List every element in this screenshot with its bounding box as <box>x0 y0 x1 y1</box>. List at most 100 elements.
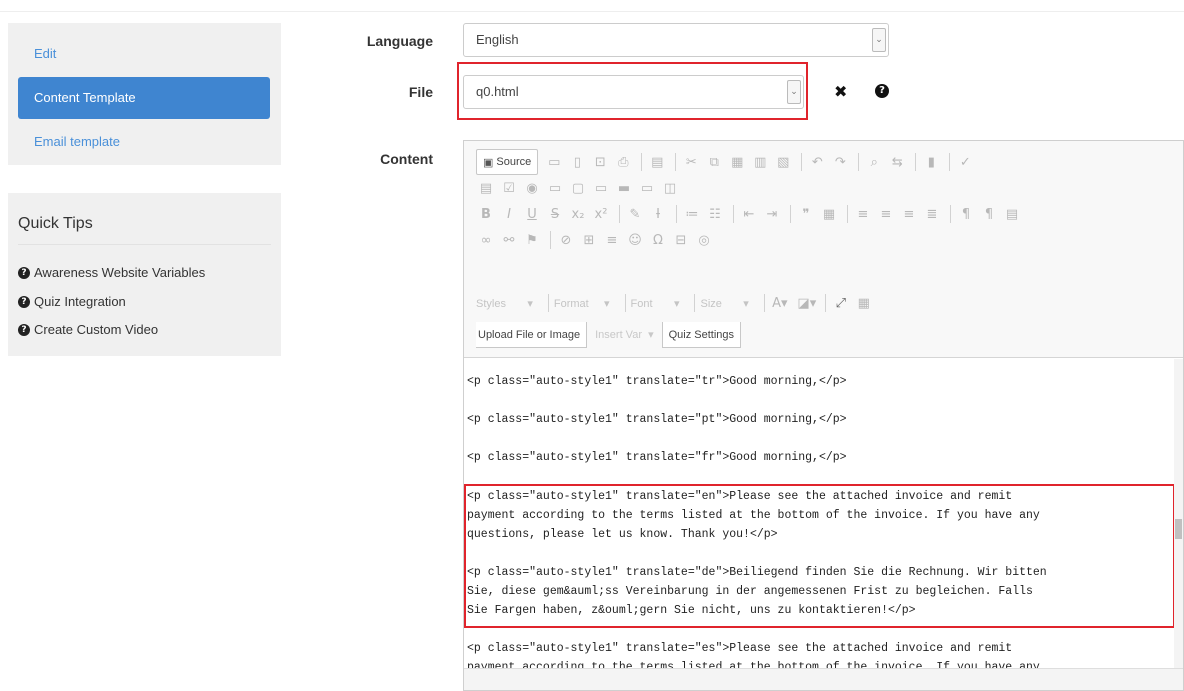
language-icon[interactable]: ▤ <box>1002 207 1022 222</box>
top-divider <box>0 11 1184 12</box>
show-blocks-icon[interactable]: ▦ <box>854 296 874 311</box>
translation-highlight-box <box>464 484 1175 628</box>
outdent-icon[interactable]: ⇤ <box>739 207 759 222</box>
smiley-icon[interactable]: ☺ <box>625 233 645 248</box>
toolbar-separator <box>694 294 696 312</box>
unlink-icon[interactable]: ⚯ <box>499 233 519 248</box>
special-char-icon[interactable]: Ω <box>648 233 668 248</box>
copy-icon[interactable]: ⧉ <box>704 155 724 170</box>
rtl-icon[interactable]: ¶ <box>979 207 999 222</box>
div-container-icon[interactable]: ▦ <box>819 207 839 222</box>
strikethrough-icon[interactable]: S <box>545 207 565 222</box>
horizontal-line-icon[interactable]: ≡ <box>602 233 622 248</box>
blockquote-icon[interactable]: ❞ <box>796 207 816 222</box>
button-field-icon[interactable]: ▬ <box>614 181 634 196</box>
insert-var-dropdown[interactable]: Insert Var ▾ <box>587 322 662 348</box>
checkbox-icon[interactable]: ☑ <box>499 181 519 196</box>
hidden-field-icon[interactable]: ◫ <box>660 181 680 196</box>
align-left-icon[interactable]: ≡ <box>853 207 873 222</box>
editor-scrollbar[interactable] <box>1174 359 1183 669</box>
question-circle-icon: ? <box>18 266 30 279</box>
copy-format-icon[interactable]: ✎ <box>625 207 645 222</box>
toolbar-separator <box>733 205 734 223</box>
toolbar-separator <box>619 205 620 223</box>
toolbar-row-3: B I U S x₂ x² ✎ Ɨ ≔ ☷ ⇤ ⇥ ❞ ▦ ≡ ≡ ≡ ≣ ¶ … <box>476 201 1025 227</box>
quick-tips-panel: Quick Tips ? Awareness Website Variables… <box>8 193 281 356</box>
toolbar-row-1: ▣ Source ▭ ▯ ⊡ ⎙ ▤ ✂ ⧉ ▦ ▥ ▧ ↶ ↷ ⌕ ⇆ ▮ ✓ <box>476 149 978 175</box>
paste-word-icon[interactable]: ▧ <box>773 155 793 170</box>
help-icon[interactable]: ? <box>875 84 889 98</box>
align-right-icon[interactable]: ≡ <box>899 207 919 222</box>
language-select[interactable]: English ⌄ <box>463 23 889 57</box>
upload-file-button[interactable]: Upload File or Image <box>476 322 588 348</box>
align-justify-icon[interactable]: ≣ <box>922 207 942 222</box>
link-icon[interactable]: ∞ <box>476 233 496 248</box>
flash-icon[interactable]: ⊘ <box>556 233 576 248</box>
select-field-icon[interactable]: ▭ <box>591 181 611 196</box>
cut-icon[interactable]: ✂ <box>681 155 701 170</box>
tip-awareness-website-variables[interactable]: ? Awareness Website Variables <box>18 265 205 280</box>
tip-create-custom-video[interactable]: ? Create Custom Video <box>18 322 158 337</box>
tip-label: Quiz Integration <box>34 294 126 309</box>
bold-icon[interactable]: B <box>476 207 496 222</box>
bg-color-icon[interactable]: ◪▾ <box>797 296 817 311</box>
styles-dropdown[interactable]: Styles ▾ <box>476 297 533 310</box>
find-icon[interactable]: ⌕ <box>864 155 884 170</box>
print-icon[interactable]: ⎙ <box>613 155 633 170</box>
indent-icon[interactable]: ⇥ <box>762 207 782 222</box>
scrollbar-thumb[interactable] <box>1175 519 1182 539</box>
form-icon[interactable]: ▤ <box>476 181 496 196</box>
textarea-icon[interactable]: ▢ <box>568 181 588 196</box>
page-break-icon[interactable]: ⊟ <box>671 233 691 248</box>
content-label: Content <box>380 151 433 167</box>
text-field-icon[interactable]: ▭ <box>545 181 565 196</box>
remove-format-icon[interactable]: Ɨ <box>648 207 668 222</box>
align-center-icon[interactable]: ≡ <box>876 207 896 222</box>
preview-icon[interactable]: ⊡ <box>590 155 610 170</box>
toolbar-row-5: Styles ▾ Format ▾ Font ▾ Size ▾ A▾ ◪▾ ⤢ … <box>476 290 877 316</box>
paste-text-icon[interactable]: ▥ <box>750 155 770 170</box>
save-icon[interactable]: ▭ <box>544 155 564 170</box>
underline-icon[interactable]: U <box>522 207 542 222</box>
undo-icon[interactable]: ↶ <box>807 155 827 170</box>
chevron-down-icon[interactable]: ⌄ <box>872 28 886 52</box>
tip-quiz-integration[interactable]: ? Quiz Integration <box>18 294 126 309</box>
file-highlight-box <box>457 62 808 120</box>
text-color-icon[interactable]: A▾ <box>770 296 790 311</box>
remove-file-icon[interactable]: ✖ <box>834 82 847 101</box>
paste-icon[interactable]: ▦ <box>727 155 747 170</box>
font-dropdown[interactable]: Font ▾ <box>631 297 680 310</box>
quick-tips-title: Quick Tips <box>18 215 93 232</box>
table-icon[interactable]: ⊞ <box>579 233 599 248</box>
sidebar-item-content-template[interactable]: Content Template <box>18 77 270 119</box>
templates-icon[interactable]: ▤ <box>647 155 667 170</box>
editor-toolbar: ▣ Source ▭ ▯ ⊡ ⎙ ▤ ✂ ⧉ ▦ ▥ ▧ ↶ ↷ ⌕ ⇆ ▮ ✓ <box>464 141 1183 358</box>
bulleted-list-icon[interactable]: ☷ <box>705 207 725 222</box>
radio-icon[interactable]: ◉ <box>522 181 542 196</box>
numbered-list-icon[interactable]: ≔ <box>682 207 702 222</box>
toolbar-separator <box>624 294 626 312</box>
format-dropdown[interactable]: Format ▾ <box>554 297 610 310</box>
superscript-icon[interactable]: x² <box>591 207 611 222</box>
spellcheck-icon[interactable]: ✓ <box>955 155 975 170</box>
select-all-icon[interactable]: ▮ <box>921 155 941 170</box>
source-button[interactable]: ▣ Source <box>476 149 539 175</box>
size-label: Size <box>700 297 722 310</box>
quiz-settings-button[interactable]: Quiz Settings <box>661 322 742 348</box>
code-line: <p class="auto-style1" translate="es">Pl… <box>467 642 1013 655</box>
sidebar-item-edit[interactable]: Edit <box>18 33 270 75</box>
ltr-icon[interactable]: ¶ <box>956 207 976 222</box>
replace-icon[interactable]: ⇆ <box>887 155 907 170</box>
iframe-icon[interactable]: ◎ <box>694 233 714 248</box>
maximize-icon[interactable]: ⤢ <box>831 296 851 311</box>
subscript-icon[interactable]: x₂ <box>568 207 588 222</box>
new-page-icon[interactable]: ▯ <box>567 155 587 170</box>
italic-icon[interactable]: I <box>499 207 519 222</box>
code-line: <p class="auto-style1" translate="pt">Go… <box>467 413 847 426</box>
toolbar-separator <box>675 153 677 171</box>
sidebar-item-email-template[interactable]: Email template <box>18 121 270 163</box>
size-dropdown[interactable]: Size ▾ <box>700 297 748 310</box>
redo-icon[interactable]: ↷ <box>830 155 850 170</box>
anchor-icon[interactable]: ⚑ <box>522 233 542 248</box>
image-button-icon[interactable]: ▭ <box>637 181 657 196</box>
